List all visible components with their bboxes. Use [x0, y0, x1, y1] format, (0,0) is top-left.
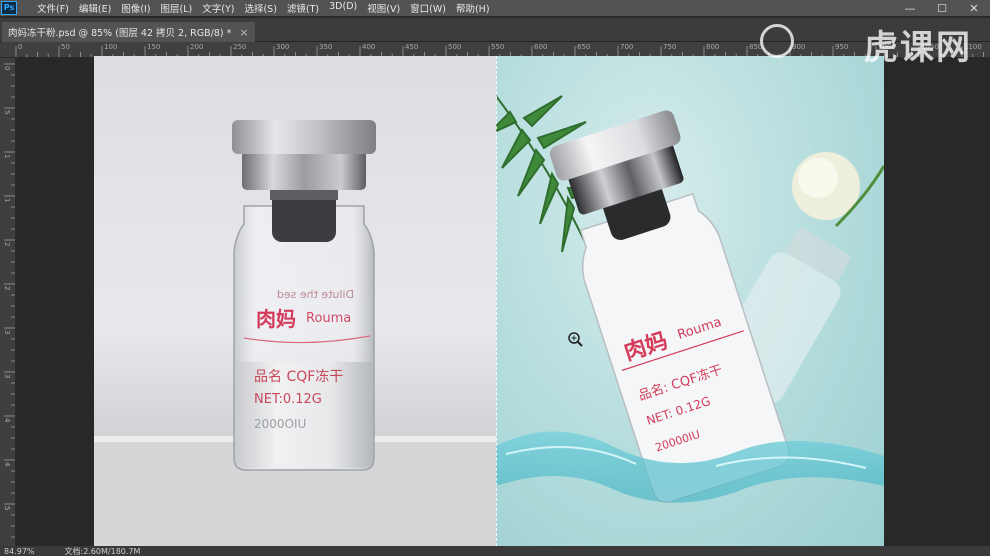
menu-items: 文件(F) 编辑(E) 图像(I) 图层(L) 文字(Y) 选择(S) 滤镜(T…	[32, 1, 495, 15]
left-brand-cn: 肉妈	[256, 307, 296, 331]
menu-layer[interactable]: 图层(L)	[156, 1, 198, 15]
ruler-ticks-vertical	[4, 63, 15, 538]
photoshop-logo-icon[interactable]: Ps	[1, 1, 17, 15]
ruler-label: 300	[276, 43, 290, 51]
ruler-label: 1	[3, 154, 11, 159]
maximize-button[interactable]: ☐	[926, 0, 958, 16]
watermark-logo-icon	[760, 24, 794, 58]
left-product-photo: Dilute the sed 肉妈 Rouma 品名 CQF冻干 NET:0.1…	[94, 56, 496, 546]
ruler-label: 50	[61, 43, 70, 51]
ruler-label: 5	[3, 506, 11, 511]
menu-bar: Ps 文件(F) 编辑(E) 图像(I) 图层(L) 文字(Y) 选择(S) 滤…	[0, 0, 990, 16]
left-mirror-text: Dilute the sed	[277, 288, 354, 301]
ruler-label: 500	[448, 43, 462, 51]
left-iu: 2000OIU	[254, 417, 306, 431]
ruler-label: 150	[147, 43, 161, 51]
menu-file[interactable]: 文件(F)	[32, 1, 74, 15]
document-size[interactable]: 文档:2.60M/180.7M	[65, 546, 141, 556]
ruler-label: 750	[663, 43, 677, 51]
ruler-label: 550	[491, 43, 505, 51]
ruler-label: 4	[3, 462, 11, 467]
left-bottle-illustration: Dilute the sed 肉妈 Rouma 品名 CQF冻干 NET:0.1…	[94, 120, 496, 546]
menu-edit[interactable]: 编辑(E)	[74, 1, 116, 15]
left-net: NET:0.12G	[254, 392, 322, 407]
ruler-label: 700	[620, 43, 634, 51]
ruler-label: 0	[3, 66, 11, 71]
ruler-label: 600	[534, 43, 548, 51]
minimize-button[interactable]: —	[894, 0, 926, 16]
menu-type[interactable]: 文字(Y)	[197, 1, 239, 15]
zoom-level[interactable]: 84.97%	[4, 547, 35, 556]
ruler-label: 800	[706, 43, 720, 51]
left-brand-en: Rouma	[306, 311, 351, 326]
ruler-label: 450	[405, 43, 419, 51]
ruler-vertical[interactable]: 0 5 1 1 2 2 3 3 4 4 5	[0, 58, 16, 546]
ruler-label: 3	[3, 330, 11, 335]
ruler-label: 650	[577, 43, 591, 51]
ruler-label: 950	[835, 43, 849, 51]
menu-help[interactable]: 帮助(H)	[451, 1, 495, 15]
ruler-label: 4	[3, 418, 11, 423]
watermark-text: 虎课网	[864, 28, 972, 68]
right-product-poster: CQF 肉妈 Rouma 品名: CQF冻干 NET: 0.12G 20000I…	[485, 56, 884, 546]
document-tab[interactable]: 肉妈冻干粉.psd @ 85% (图层 42 拷贝 2, RGB/8) * ×	[2, 22, 255, 42]
menu-3d[interactable]: 3D(D)	[324, 1, 362, 15]
close-button[interactable]: ✕	[958, 0, 990, 16]
menu-filter[interactable]: 滤镜(T)	[282, 1, 324, 15]
menu-select[interactable]: 选择(S)	[239, 1, 281, 15]
right-poster-illustration: CQF 肉妈 Rouma 品名: CQF冻干 NET: 0.12G 20000I…	[485, 95, 884, 504]
ruler-label: 350	[319, 43, 333, 51]
document-tab-bar: 肉妈冻干粉.psd @ 85% (图层 42 拷贝 2, RGB/8) * ×	[0, 18, 990, 42]
ruler-label: 2	[3, 286, 11, 291]
document-tab-title: 肉妈冻干粉.psd @ 85% (图层 42 拷贝 2, RGB/8) *	[8, 28, 232, 39]
ruler-label: 5	[3, 110, 11, 115]
ruler-label: 200	[190, 43, 204, 51]
ruler-label: 100	[104, 43, 118, 51]
menu-window[interactable]: 窗口(W)	[405, 1, 451, 15]
window-controls: — ☐ ✕	[894, 0, 990, 16]
ruler-label: 900	[792, 43, 806, 51]
ruler-label: 1	[3, 198, 11, 203]
zoom-cursor-icon	[568, 332, 583, 347]
menu-image[interactable]: 图像(I)	[116, 1, 155, 15]
ruler-label: 250	[233, 43, 247, 51]
left-product-name: 品名 CQF冻干	[254, 368, 343, 385]
ruler-label: 3	[3, 374, 11, 379]
ruler-label: 0	[18, 43, 23, 51]
artboard[interactable]: Dilute the sed 肉妈 Rouma 品名 CQF冻干 NET:0.1…	[94, 56, 884, 546]
tab-close-icon[interactable]: ×	[239, 26, 248, 39]
menu-view[interactable]: 视图(V)	[362, 1, 405, 15]
status-bar: 84.97% 文档:2.60M/180.7M	[0, 546, 990, 556]
guide-line	[496, 56, 497, 546]
ruler-label: 400	[362, 43, 376, 51]
ruler-label: 2	[3, 242, 11, 247]
